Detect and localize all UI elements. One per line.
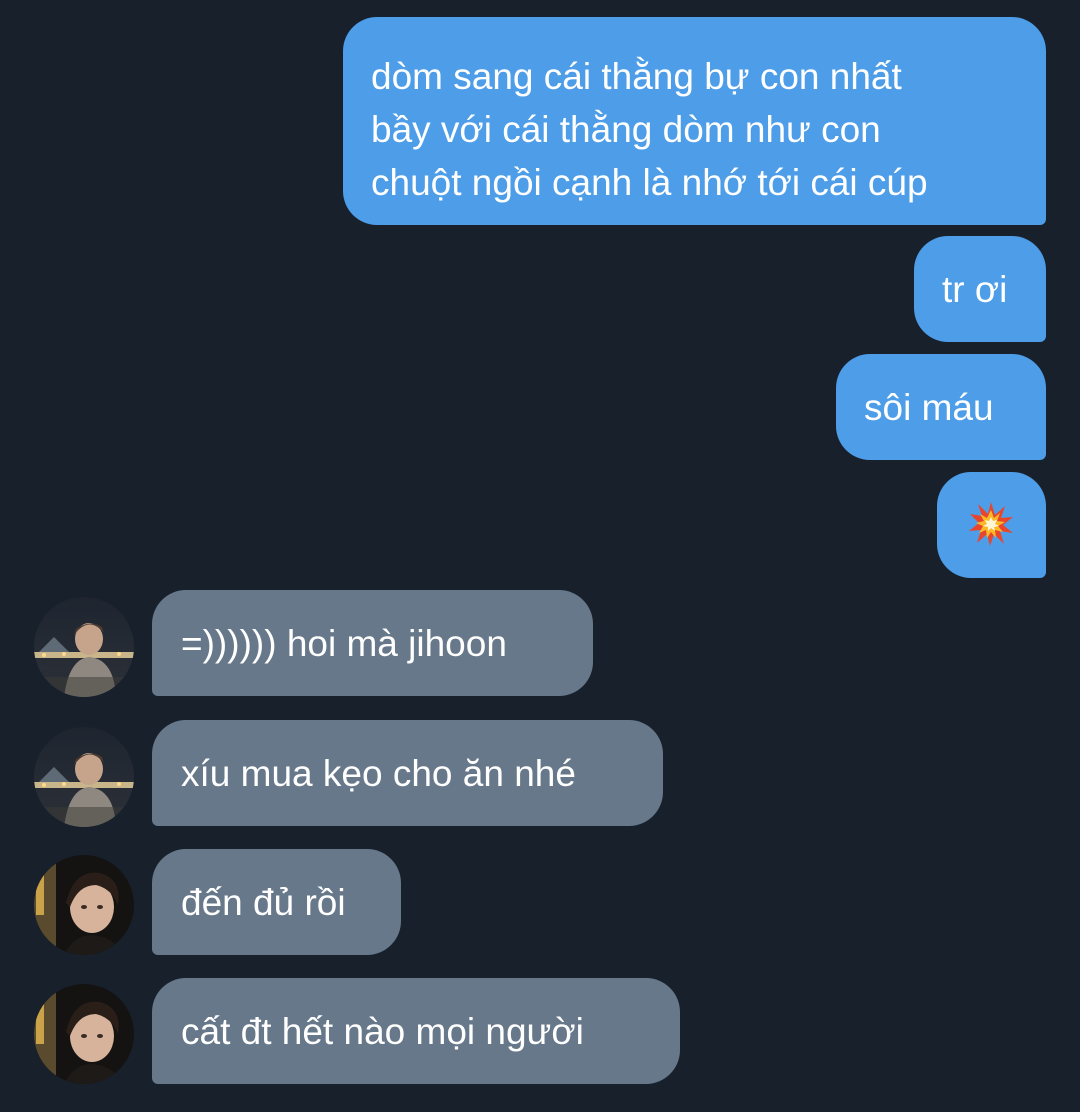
incoming-message-bubble[interactable]: cất đt hết nào mọi người [152,978,680,1084]
avatar-image [34,855,134,955]
avatar-user-night-photo[interactable] [34,597,134,697]
message-line: chuột ngồi cạnh là nhớ tới cái cúp [371,162,928,203]
message-text: cất đt hết nào mọi người [181,1011,584,1052]
outgoing-message-bubble[interactable]: sôi máu [836,354,1046,460]
message-line: bầy với cái thằng dòm như con [371,109,881,150]
avatar-image [34,727,134,827]
message-text: tr ơi [942,269,1008,310]
message-text: sôi máu [864,387,994,428]
incoming-message-bubble[interactable]: đến đủ rồi [152,849,401,955]
avatar-user-dark-portrait[interactable] [34,855,134,955]
incoming-message-bubble[interactable]: xíu mua kẹo cho ăn nhé [152,720,663,826]
avatar-image [34,597,134,697]
chat-message-list[interactable]: dòm sang cái thằng bự con nhất bầy với c… [0,0,1080,1112]
message-text: đến đủ rồi [181,882,346,923]
outgoing-message-bubble[interactable]: tr ơi [914,236,1046,342]
collision-emoji-icon [969,502,1013,546]
message-text: =)))))) hoi mà jihoon [181,623,507,664]
avatar-user-night-photo[interactable] [34,727,134,827]
message-text: xíu mua kẹo cho ăn nhé [181,753,576,794]
outgoing-message-bubble[interactable]: dòm sang cái thằng bự con nhất bầy với c… [343,17,1046,225]
avatar-image [34,984,134,1084]
message-line: dòm sang cái thằng bự con nhất [371,56,902,97]
outgoing-message-bubble[interactable] [937,472,1046,578]
incoming-message-bubble[interactable]: =)))))) hoi mà jihoon [152,590,593,696]
avatar-user-dark-portrait[interactable] [34,984,134,1084]
